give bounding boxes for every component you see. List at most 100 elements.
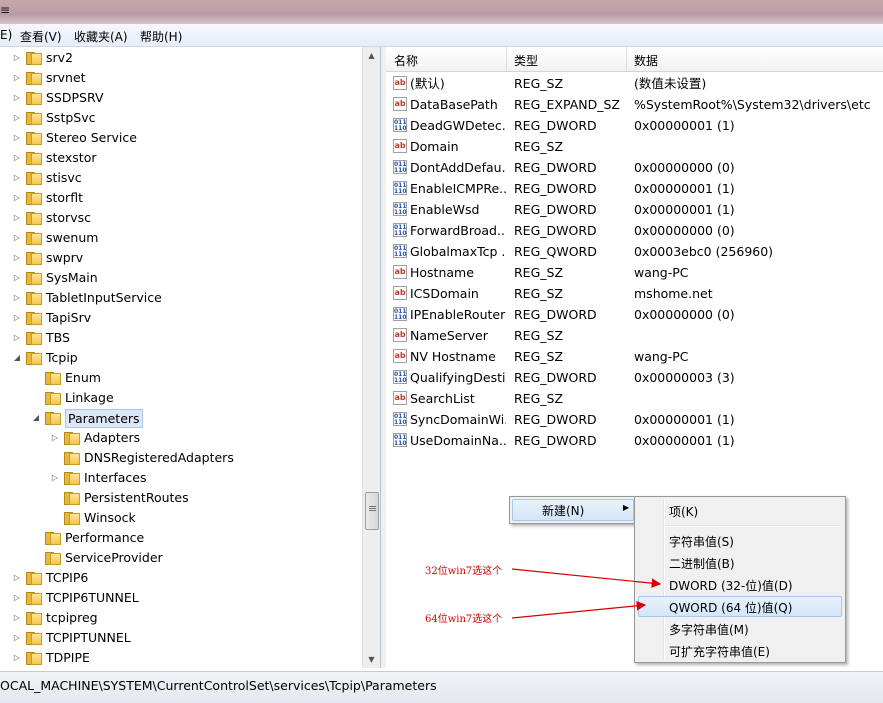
value-data: 0x00000001 (1) (634, 433, 735, 448)
value-row[interactable]: 011110QualifyingDesti... REG_DWORD 0x00000… (386, 367, 883, 388)
column-header-data[interactable]: 数据 (634, 52, 658, 69)
tree-item[interactable]: Linkage (0, 388, 360, 408)
collapsed-arrow-icon[interactable]: ▷ (12, 168, 22, 188)
value-row[interactable]: 011 110 UseDomainNa... REG_DWORD 0x00000001 … (386, 430, 883, 451)
value-row[interactable]: ab Hostname REG_SZ wang-PC (386, 262, 883, 283)
tree-item[interactable]: ▷ storflt (0, 188, 360, 208)
menu-favorites[interactable]: 收藏夹(A) (74, 28, 128, 45)
tree-item[interactable]: ▷ TDPIPE (0, 648, 360, 668)
column-header-name[interactable]: 名称 (394, 52, 418, 69)
expanded-arrow-icon[interactable]: ◢ (12, 348, 22, 368)
collapsed-arrow-icon[interactable]: ▷ (12, 148, 22, 168)
menu-help[interactable]: 帮助(H) (140, 28, 182, 45)
scroll-thumb[interactable] (365, 492, 379, 530)
tree-item[interactable]: ▷ SSDPSRV (0, 88, 360, 108)
tree-item[interactable]: ▷ SstpSvc (0, 108, 360, 128)
value-type: REG_DWORD (514, 223, 597, 238)
tree-item[interactable]: Winsock (0, 508, 360, 528)
tree-item[interactable]: ▷ Stereo Service (0, 128, 360, 148)
tree-item[interactable]: ▷ TabletInputService (0, 288, 360, 308)
menu-item-expandable-string-value[interactable]: 可扩充字符串值(E) (669, 643, 770, 660)
menu-item-string-value[interactable]: 字符串值(S) (669, 533, 734, 550)
collapsed-arrow-icon[interactable]: ▷ (12, 208, 22, 228)
tree-item[interactable]: ▷ stexstor (0, 148, 360, 168)
value-row[interactable]: 011 110 DeadGWDetec... REG_DWORD 0x00000001 … (386, 115, 883, 136)
value-row[interactable]: 011 110 EnableWsd REG_DWORD 0x00000001 (1) (386, 199, 883, 220)
value-row[interactable]: ab SearchList REG_SZ (386, 388, 883, 409)
tree-item[interactable]: ▷ swenum (0, 228, 360, 248)
tree-item[interactable]: ▷ TCPIP6 (0, 568, 360, 588)
menu-item-multi-string-value[interactable]: 多字符串值(M) (669, 621, 749, 638)
value-row[interactable]: ab (默认) REG_SZ (数值未设置) (386, 73, 883, 94)
collapsed-arrow-icon[interactable]: ▷ (12, 328, 22, 348)
value-row[interactable]: ab ICSDomain REG_SZ mshome.net (386, 283, 883, 304)
registry-tree[interactable]: ▷ srv2 ▷ srvnet ▷ SSDPSRV ▷ SstpSvc ▷ Stereo Serv… (0, 47, 381, 668)
value-row[interactable]: 011 110 IPEnableRouter REG_DWORD 0x00000000 … (386, 304, 883, 325)
collapsed-arrow-icon[interactable]: ▷ (12, 48, 22, 68)
value-row[interactable]: 011 110 DontAddDefau... REG_DWORD 0x00000000… (386, 157, 883, 178)
collapsed-arrow-icon[interactable]: ▷ (12, 588, 22, 608)
tree-item[interactable]: ▷ storvsc (0, 208, 360, 228)
tree-item[interactable]: ▷ TBS (0, 328, 360, 348)
tree-item[interactable]: ◢ Tcpip (0, 348, 360, 368)
collapsed-arrow-icon[interactable]: ▷ (50, 428, 60, 448)
tree-item[interactable]: ◢ Parameters (0, 408, 360, 428)
value-row[interactable]: ab NameServer REG_SZ (386, 325, 883, 346)
menu-item-binary-value[interactable]: 二进制值(B) (669, 555, 735, 572)
tree-item[interactable]: ▷ TCPIPTUNNEL (0, 628, 360, 648)
tree-item-label: srvnet (46, 70, 86, 85)
tree-item[interactable]: ▷ TapiSrv (0, 308, 360, 328)
collapsed-arrow-icon[interactable]: ▷ (12, 308, 22, 328)
collapsed-arrow-icon[interactable]: ▷ (12, 268, 22, 288)
tree-item[interactable]: ▷ srv2 (0, 48, 360, 68)
value-row[interactable]: ab NV Hostname REG_SZ wang-PC (386, 346, 883, 367)
collapsed-arrow-icon[interactable]: ▷ (12, 608, 22, 628)
menu-item-dword-value[interactable]: DWORD (32-位)值(D) (669, 577, 793, 594)
string-value-icon: ab (393, 349, 407, 363)
folder-icon (26, 52, 42, 65)
value-row[interactable]: ab DataBasePath REG_EXPAND_SZ %SystemRoot%\… (386, 94, 883, 115)
collapsed-arrow-icon[interactable]: ▷ (12, 288, 22, 308)
value-row[interactable]: ab Domain REG_SZ (386, 136, 883, 157)
value-row[interactable]: 011 110 SyncDomainWi... REG_DWORD 0x00000001… (386, 409, 883, 430)
collapsed-arrow-icon[interactable]: ▷ (12, 88, 22, 108)
tree-item[interactable]: ▷ Interfaces (0, 468, 360, 488)
tree-item[interactable]: Performance (0, 528, 360, 548)
collapsed-arrow-icon[interactable]: ▷ (12, 228, 22, 248)
tree-item-label: Performance (65, 530, 145, 545)
value-row[interactable]: 011 110 GlobalmaxTcp ... REG_QWORD 0x0003ebc… (386, 241, 883, 262)
menu-view[interactable]: 查看(V) (20, 28, 62, 45)
collapsed-arrow-icon[interactable]: ▷ (12, 568, 22, 588)
tree-item[interactable]: PersistentRoutes (0, 488, 360, 508)
tree-item[interactable]: ▷ stisvc (0, 168, 360, 188)
tree-item[interactable]: ▷ srvnet (0, 68, 360, 88)
value-row[interactable]: 011 110 ForwardBroad... REG_DWORD 0x00000000… (386, 220, 883, 241)
collapsed-arrow-icon[interactable]: ▷ (12, 648, 22, 668)
tree-scrollbar[interactable]: ▲ ▼ (362, 47, 380, 668)
collapsed-arrow-icon[interactable]: ▷ (12, 108, 22, 128)
tree-item[interactable]: ▷ TCPIP6TUNNEL (0, 588, 360, 608)
collapsed-arrow-icon[interactable]: ▷ (12, 248, 22, 268)
collapsed-arrow-icon[interactable]: ▷ (12, 188, 22, 208)
scroll-down-arrow-icon[interactable]: ▼ (363, 651, 380, 668)
menu-item-key[interactable]: 项(K) (669, 503, 698, 520)
tree-item[interactable]: DNSRegisteredAdapters (0, 448, 360, 468)
menu-item-qword-value[interactable]: QWORD (64 位)值(Q) (669, 599, 792, 616)
collapsed-arrow-icon[interactable]: ▷ (12, 628, 22, 648)
tree-item[interactable]: Enum (0, 368, 360, 388)
value-row[interactable]: 011 110 EnableICMPRe... REG_DWORD 0x00000001… (386, 178, 883, 199)
scroll-up-arrow-icon[interactable]: ▲ (363, 47, 380, 64)
tree-item[interactable]: ▷ tcpipreg (0, 608, 360, 628)
menu-edit[interactable]: E) (0, 28, 12, 42)
binary-value-icon: 011 110 (393, 412, 407, 426)
expanded-arrow-icon[interactable]: ◢ (31, 408, 41, 428)
tree-item[interactable]: ServiceProvider (0, 548, 360, 568)
column-header-type[interactable]: 类型 (514, 52, 538, 69)
tree-item[interactable]: ▷ Adapters (0, 428, 360, 448)
tree-item[interactable]: ▷ swprv (0, 248, 360, 268)
binary-value-icon: 011 110 (393, 223, 407, 237)
collapsed-arrow-icon[interactable]: ▷ (12, 68, 22, 88)
collapsed-arrow-icon[interactable]: ▷ (12, 128, 22, 148)
collapsed-arrow-icon[interactable]: ▷ (50, 468, 60, 488)
tree-item[interactable]: ▷ SysMain (0, 268, 360, 288)
